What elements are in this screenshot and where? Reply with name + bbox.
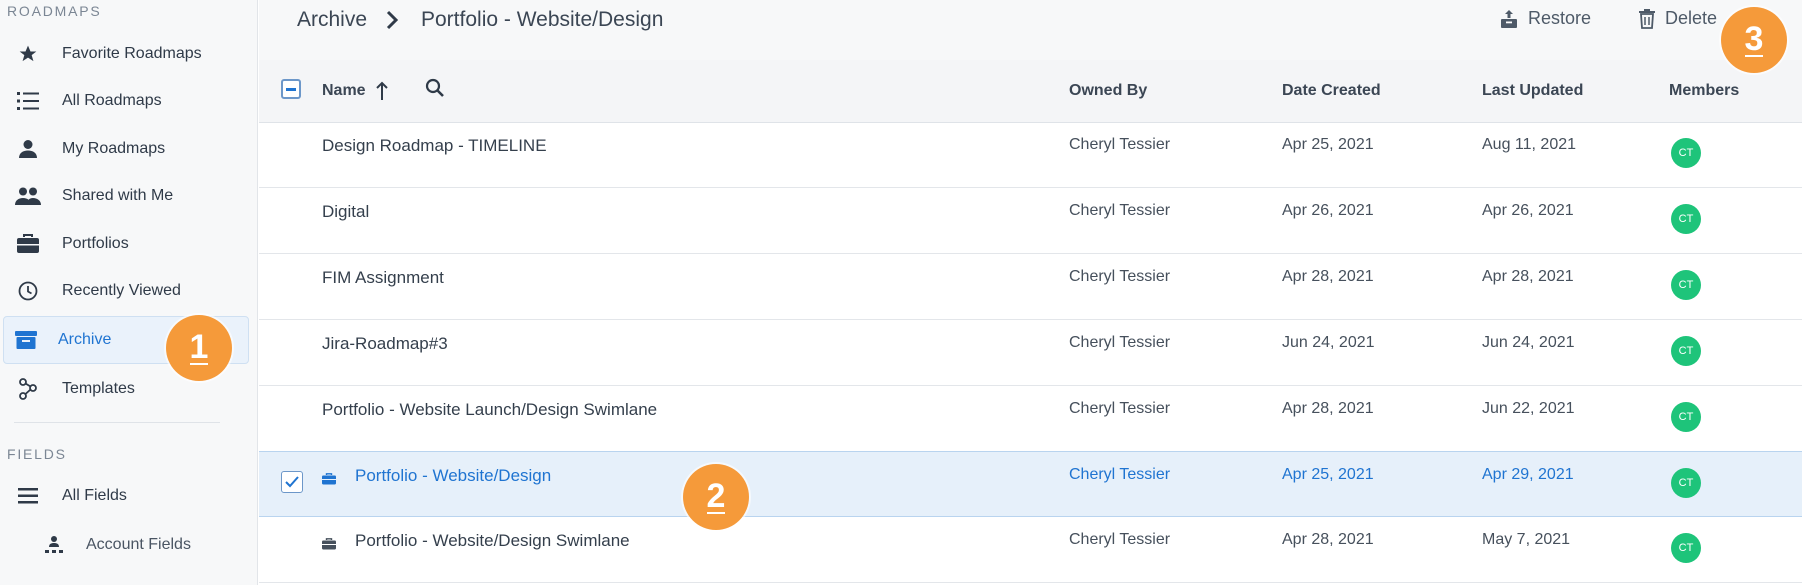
restore-icon xyxy=(1500,9,1518,29)
column-header-name[interactable]: Name xyxy=(322,82,366,100)
row-name[interactable]: Portfolio - Website Launch/Design Swimla… xyxy=(322,400,657,420)
avatar[interactable]: CT xyxy=(1671,336,1701,366)
sidebar-item-portfolios[interactable]: Portfolios xyxy=(0,220,258,268)
user-icon xyxy=(14,135,42,163)
top-bar: Archive Portfolio - Website/Design Resto… xyxy=(259,0,1802,61)
row-date-created: Jun 24, 2021 xyxy=(1282,334,1375,351)
row-last-updated: Apr 29, 2021 xyxy=(1482,466,1574,483)
annotation-badge-2: 2 xyxy=(683,464,749,530)
row-name[interactable]: Portfolio - Website/Design xyxy=(355,466,551,486)
users-icon xyxy=(14,182,42,210)
sidebar-divider xyxy=(14,422,220,423)
clock-icon xyxy=(14,277,42,305)
sidebar-item-my-roadmaps[interactable]: My Roadmaps xyxy=(0,125,258,173)
table-row[interactable]: FIM Assignment Cheryl Tessier Apr 28, 20… xyxy=(259,254,1802,320)
row-last-updated: Jun 22, 2021 xyxy=(1482,400,1575,417)
avatar[interactable]: CT xyxy=(1671,204,1701,234)
sidebar-item-recently-viewed[interactable]: Recently Viewed xyxy=(0,267,258,315)
chevron-right-icon xyxy=(385,9,399,36)
row-last-updated: Aug 11, 2021 xyxy=(1482,136,1577,153)
row-owner: Cheryl Tessier xyxy=(1069,334,1171,351)
fields-icon xyxy=(14,482,42,510)
table-row[interactable]: Jira-Roadmap#3 Cheryl Tessier Jun 24, 20… xyxy=(259,320,1802,386)
avatar[interactable]: CT xyxy=(1671,270,1701,300)
delete-label: Delete xyxy=(1665,8,1718,28)
breadcrumb-archive[interactable]: Archive xyxy=(297,8,367,32)
avatar[interactable]: CT xyxy=(1671,402,1701,432)
sidebar-item-all-roadmaps[interactable]: All Roadmaps xyxy=(0,77,258,125)
archive-icon xyxy=(12,326,40,354)
row-checkbox-checked[interactable] xyxy=(281,471,303,493)
table-row[interactable]: Digital Cheryl Tessier Apr 26, 2021 Apr … xyxy=(259,188,1802,254)
star-icon xyxy=(14,40,42,68)
section-title-fields: FIELDS xyxy=(7,446,67,462)
row-date-created: Apr 26, 2021 xyxy=(1282,202,1374,219)
table-header: Name Owned By Date Created Last Updated … xyxy=(259,60,1802,123)
avatar[interactable]: CT xyxy=(1671,468,1701,498)
sidebar-item-shared-with-me[interactable]: Shared with Me xyxy=(0,172,258,220)
column-header-date-created[interactable]: Date Created xyxy=(1282,82,1381,100)
sidebar-item-label: My Roadmaps xyxy=(62,140,166,157)
column-header-members: Members xyxy=(1669,82,1740,99)
table-row[interactable]: Design Roadmap - TIMELINE Cheryl Tessier… xyxy=(259,122,1802,188)
row-name[interactable]: Digital xyxy=(322,202,369,222)
trash-icon xyxy=(1639,8,1655,29)
row-last-updated: Apr 28, 2021 xyxy=(1482,268,1574,285)
row-owner: Cheryl Tessier xyxy=(1069,136,1171,153)
sidebar-item-label: Favorite Roadmaps xyxy=(62,45,202,62)
table-row[interactable]: Portfolio - Website/Design Swimlane Cher… xyxy=(259,517,1802,583)
list-icon xyxy=(14,87,42,115)
breadcrumb-current: Portfolio - Website/Design xyxy=(421,8,664,31)
restore-label: Restore xyxy=(1528,8,1592,28)
column-header-last-updated[interactable]: Last Updated xyxy=(1482,82,1583,100)
select-all-checkbox[interactable] xyxy=(281,79,301,99)
avatar[interactable]: CT xyxy=(1671,138,1701,168)
row-name[interactable]: Portfolio - Website/Design Swimlane xyxy=(355,531,630,551)
row-last-updated: May 7, 2021 xyxy=(1482,531,1571,548)
sort-arrow-up-icon[interactable] xyxy=(375,81,389,106)
row-owner: Cheryl Tessier xyxy=(1069,531,1171,548)
row-name[interactable]: Jira-Roadmap#3 xyxy=(322,334,448,354)
restore-button[interactable]: Restore xyxy=(1500,8,1591,29)
sidebar-item-account-fields[interactable]: Account Fields xyxy=(0,521,258,569)
portfolio-icon xyxy=(322,473,336,485)
sidebar-item-label: Templates xyxy=(62,380,135,397)
account-fields-icon xyxy=(40,531,68,559)
avatar[interactable]: CT xyxy=(1671,533,1701,563)
delete-button[interactable]: Delete xyxy=(1639,8,1717,29)
row-date-created: Apr 25, 2021 xyxy=(1282,136,1374,153)
row-owner: Cheryl Tessier xyxy=(1069,268,1171,285)
portfolio-icon xyxy=(322,538,336,550)
row-owner: Cheryl Tessier xyxy=(1069,202,1171,219)
table-row-selected[interactable]: Portfolio - Website/Design Cheryl Tessie… xyxy=(259,451,1802,517)
row-date-created: Apr 25, 2021 xyxy=(1282,466,1374,483)
briefcase-icon xyxy=(14,230,42,258)
annotation-badge-3: 3 xyxy=(1721,7,1787,73)
sidebar-item-label: Account Fields xyxy=(86,536,191,553)
sidebar-item-label: Recently Viewed xyxy=(62,282,181,299)
row-name[interactable]: FIM Assignment xyxy=(322,268,444,288)
sidebar-item-label: Portfolios xyxy=(62,235,129,252)
row-date-created: Apr 28, 2021 xyxy=(1282,268,1374,285)
column-header-owned-by[interactable]: Owned By xyxy=(1069,82,1147,100)
templates-icon xyxy=(14,375,42,403)
row-last-updated: Apr 26, 2021 xyxy=(1482,202,1574,219)
search-icon[interactable] xyxy=(425,78,445,103)
row-date-created: Apr 28, 2021 xyxy=(1282,531,1374,548)
sidebar-item-label: Shared with Me xyxy=(62,187,174,204)
sidebar-item-label: All Roadmaps xyxy=(62,92,162,109)
sidebar-item-favorite-roadmaps[interactable]: Favorite Roadmaps xyxy=(0,30,258,78)
row-owner: Cheryl Tessier xyxy=(1069,466,1171,483)
annotation-badge-1: 1 xyxy=(166,315,232,381)
sidebar-item-label: All Fields xyxy=(62,487,127,504)
table-row[interactable]: Portfolio - Website Launch/Design Swimla… xyxy=(259,386,1802,452)
row-date-created: Apr 28, 2021 xyxy=(1282,400,1374,417)
sidebar-item-label: Archive xyxy=(58,331,112,348)
section-title-roadmaps: ROADMAPS xyxy=(7,3,102,19)
row-last-updated: Jun 24, 2021 xyxy=(1482,334,1575,351)
row-owner: Cheryl Tessier xyxy=(1069,400,1171,417)
sidebar-item-all-fields[interactable]: All Fields xyxy=(0,472,258,520)
row-name[interactable]: Design Roadmap - TIMELINE xyxy=(322,136,547,156)
sidebar: ROADMAPS Favorite Roadmaps All Roadmaps … xyxy=(0,0,258,585)
